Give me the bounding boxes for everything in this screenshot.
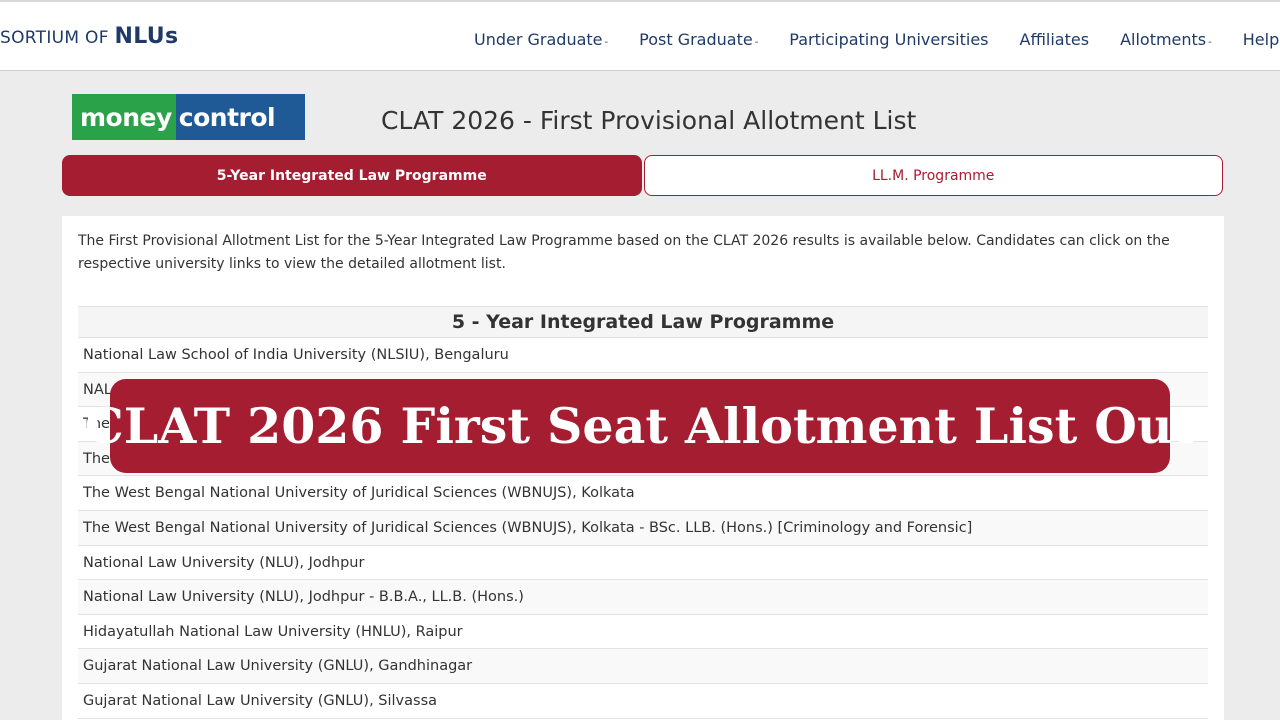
university-link-row[interactable]: National Law University (NLU), Jodhpur	[78, 546, 1208, 581]
nav-affiliates[interactable]: Affiliates	[1020, 30, 1090, 49]
nav-allotments[interactable]: Allotments -	[1120, 30, 1212, 49]
intro-text: The First Provisional Allotment List for…	[78, 233, 1170, 272]
brand-suffix: NLUs	[114, 24, 179, 49]
moneycontrol-logo: money control	[72, 94, 305, 140]
site-brand[interactable]: SORTIUM OF NLUs	[0, 24, 178, 49]
page-title: CLAT 2026 - First Provisional Allotment …	[381, 106, 917, 135]
tab-llm-programme[interactable]: LL.M. Programme	[643, 155, 1223, 196]
allotment-table: 5 - Year Integrated Law Programme Nation…	[78, 306, 1208, 719]
nav-label: Allotments	[1120, 30, 1207, 49]
tab-5-year-integrated[interactable]: 5-Year Integrated Law Programme	[62, 155, 642, 196]
nav-under-graduate[interactable]: Under Graduate -	[474, 30, 608, 49]
dropdown-caret-icon: -	[754, 37, 759, 48]
nav-label: Under Graduate	[474, 30, 603, 49]
programme-tabs: 5-Year Integrated Law Programme LL.M. Pr…	[62, 155, 1223, 196]
nav-label: Participating Universities	[789, 30, 989, 49]
nav-participating-universities[interactable]: Participating Universities	[789, 30, 988, 49]
university-link-row[interactable]: Hidayatullah National Law University (HN…	[78, 615, 1208, 650]
university-link-row[interactable]: The West Bengal National University of J…	[78, 476, 1208, 511]
university-link-row[interactable]: National Law School of India University …	[78, 338, 1208, 373]
nav-label: Affiliates	[1019, 30, 1090, 49]
nav-help[interactable]: Help	[1243, 30, 1279, 49]
university-link-row[interactable]: Gujarat National Law University (GNLU), …	[78, 684, 1208, 719]
brand-prefix: SORTIUM OF	[0, 28, 115, 48]
headline-banner: CLAT 2026 First Seat Allotment List Out	[85, 379, 1195, 473]
dropdown-caret-icon: -	[1208, 37, 1212, 48]
nav-label: Post Graduate	[639, 30, 753, 49]
university-link-row[interactable]: Gujarat National Law University (GNLU), …	[78, 649, 1208, 684]
university-link-row[interactable]: The West Bengal National University of J…	[78, 510, 1208, 546]
dropdown-caret-icon: -	[604, 37, 609, 48]
table-header: 5 - Year Integrated Law Programme	[78, 307, 1208, 338]
nav-post-graduate[interactable]: Post Graduate -	[639, 30, 758, 49]
main-nav: Under Graduate - Post Graduate - Participa…	[474, 30, 1280, 49]
nav-label: Help	[1242, 30, 1280, 49]
university-link-row[interactable]: National Law University (NLU), Jodhpur -…	[78, 580, 1208, 615]
logo-control-text: control	[178, 102, 276, 132]
top-navbar: SORTIUM OF NLUs Under Graduate - Post Gra…	[0, 0, 1280, 71]
logo-money-text: money	[72, 94, 176, 140]
